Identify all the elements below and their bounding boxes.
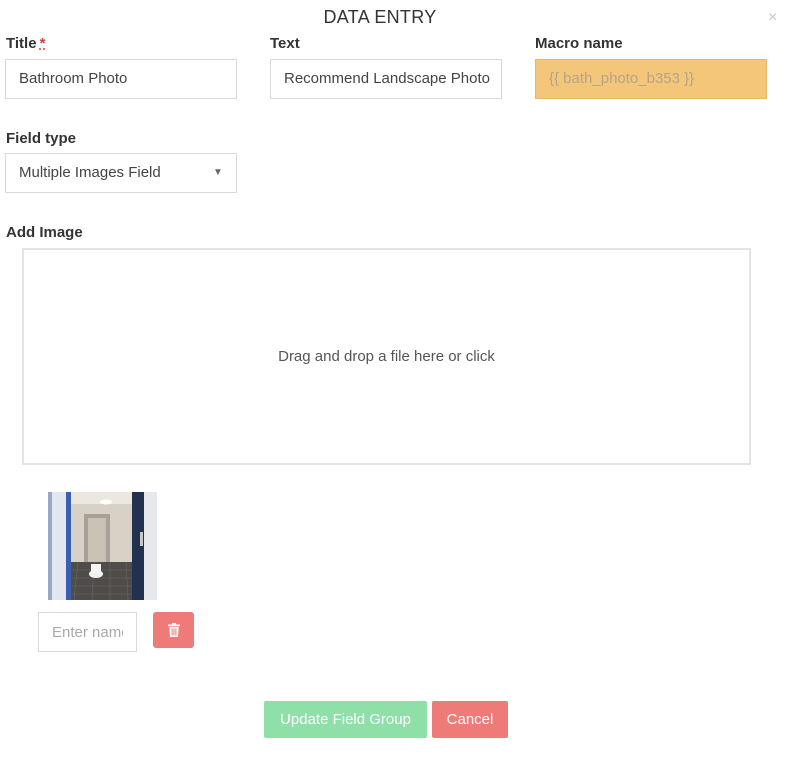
- title-label: Title *: [6, 35, 45, 52]
- field-type-label: Field type: [6, 130, 77, 147]
- text-input[interactable]: Recommend Landscape Photo: [270, 59, 502, 99]
- image-name-input[interactable]: [38, 612, 137, 652]
- title-input[interactable]: Bathroom Photo: [5, 59, 237, 99]
- trash-icon: [167, 623, 180, 637]
- close-icon[interactable]: ×: [768, 9, 777, 27]
- required-mark: *: [39, 35, 46, 52]
- macro-name-input[interactable]: {{ bath_photo_b353 }}: [535, 59, 767, 99]
- caret-down-icon: ▼: [213, 167, 223, 178]
- field-type-select[interactable]: Multiple Images Field: [5, 153, 237, 193]
- text-label: Text: [270, 35, 300, 52]
- update-field-group-button[interactable]: Update Field Group: [264, 701, 427, 738]
- field-type-value: Multiple Images Field: [19, 164, 161, 181]
- dropzone-text: Drag and drop a file here or click: [278, 348, 495, 365]
- cancel-button[interactable]: Cancel: [432, 701, 508, 738]
- modal-title: DATA ENTRY: [323, 7, 437, 27]
- macro-name-label: Macro name: [535, 35, 623, 52]
- delete-image-button[interactable]: [153, 612, 194, 648]
- image-dropzone[interactable]: Drag and drop a file here or click: [22, 248, 751, 465]
- uploaded-image-thumbnail: [48, 492, 157, 600]
- add-image-label: Add Image: [6, 224, 83, 241]
- title-label-text: Title: [6, 35, 37, 52]
